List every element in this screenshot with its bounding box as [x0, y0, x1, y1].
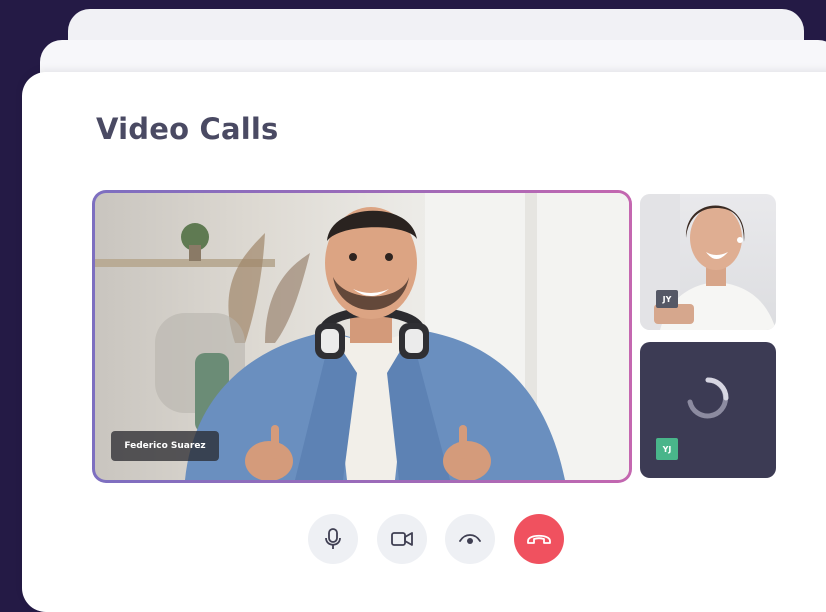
participant-name-tag: Federico Suarez [111, 431, 219, 461]
toggle-camera-button[interactable] [377, 514, 427, 564]
toggle-view-button[interactable] [445, 514, 495, 564]
hang-up-icon [527, 534, 551, 544]
participant-tile-yj[interactable]: YJ [640, 342, 776, 478]
call-controls [308, 514, 564, 564]
participant-thumbnail-image [640, 194, 776, 330]
page-title: Video Calls [96, 112, 279, 146]
participant-tile-jy[interactable]: JY [640, 194, 776, 330]
main-video-tile[interactable]: Federico Suarez [92, 190, 632, 483]
participant-initials-badge: YJ [656, 438, 678, 460]
loading-spinner-icon [687, 377, 729, 419]
microphone-icon [325, 528, 341, 549]
mute-microphone-button[interactable] [308, 514, 358, 564]
participant-initials-badge: JY [656, 290, 678, 308]
main-video-feed: Federico Suarez [95, 193, 629, 480]
eye-icon [459, 534, 481, 544]
end-call-button[interactable] [514, 514, 564, 564]
video-camera-icon [391, 532, 413, 546]
